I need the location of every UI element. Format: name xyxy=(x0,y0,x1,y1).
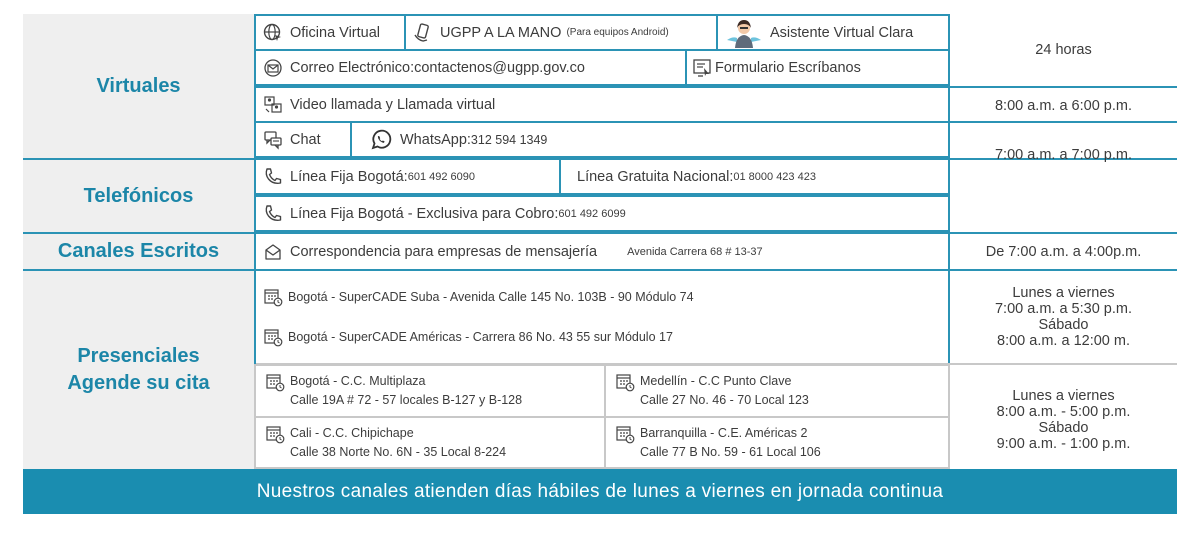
category-escritos: Canales Escritos xyxy=(23,234,254,269)
category-presenciales: Presenciales Agende su cita xyxy=(23,271,254,469)
hours-supercade-line1: Lunes a viernes xyxy=(1012,285,1115,301)
whatsapp-value: 312 594 1349 xyxy=(470,132,548,147)
phone-icon xyxy=(262,167,284,187)
hours-supercade-line3: Sábado xyxy=(1038,317,1089,333)
correspondencia-cell: Correspondencia para empresas de mensaje… xyxy=(254,232,950,271)
globe-cursor-icon xyxy=(262,23,284,43)
hand-phone-icon xyxy=(412,22,434,43)
footer-text: Nuestros canales atienden días hábiles d… xyxy=(256,480,944,502)
formulario-label: Formulario Escríbanos xyxy=(715,59,861,76)
phone-icon xyxy=(262,204,284,224)
hours-escritos-label: De 7:00 a.m. a 4:00p.m. xyxy=(985,243,1142,260)
correspondencia-address: Avenida Carrera 68 # 13-37 xyxy=(627,245,763,258)
oficina-virtual-link[interactable]: Oficina Virtual xyxy=(254,14,406,51)
chat-bubbles-icon xyxy=(262,130,284,150)
hours-supercade-line2: 7:00 a.m. a 5:30 p.m. xyxy=(994,301,1133,317)
cc-multiplaza: Bogotá - C.C. Multiplaza Calle 19A # 72 -… xyxy=(254,364,606,418)
cc-cali: Cali - C.C. Chipichape Calle 38 Norte No.… xyxy=(254,416,606,469)
asistente-clara-link[interactable]: Asistente Virtual Clara xyxy=(716,14,950,51)
hours-escritos: De 7:00 a.m. a 4:00p.m. xyxy=(950,232,1177,271)
hours-24-label: 24 horas xyxy=(1035,42,1092,58)
linea-fija-link[interactable]: Línea Fija Bogotá: 601 492 6090 xyxy=(254,158,561,195)
correo-label: Correo Electrónico: xyxy=(290,59,415,76)
hours-cc-line4: 9:00 a.m. - 1:00 p.m. xyxy=(996,436,1131,452)
correo-value: contactenos@ugpp.gov.co xyxy=(414,59,585,76)
chat-label: Chat xyxy=(290,131,321,148)
hours-chat-tel-label: 7:00 a.m. a 7:00 p.m. xyxy=(994,147,1133,163)
linea-gratuita-link[interactable]: Línea Gratuita Nacional: 01 8000 423 423 xyxy=(559,158,950,195)
cc-cali-name: Cali - C.C. Chipichape xyxy=(290,425,414,440)
ugpp-app-label: UGPP A LA MANO xyxy=(440,24,562,41)
ugpp-app-link[interactable]: UGPP A LA MANO (Para equipos Android) xyxy=(404,14,718,51)
linea-gratuita-label: Línea Gratuita Nacional: xyxy=(577,168,734,185)
hours-video-label: 8:00 a.m. a 6:00 p.m. xyxy=(994,97,1133,114)
hours-cc-line2: 8:00 a.m. - 5:00 p.m. xyxy=(996,404,1131,420)
cc-medellin: Medellín - C.C Punto Clave Calle 27 No. 4… xyxy=(604,364,950,418)
asistente-label: Asistente Virtual Clara xyxy=(770,24,914,41)
category-virtuales: Virtuales xyxy=(23,14,254,158)
category-presenciales-label: Presenciales xyxy=(77,345,200,367)
cc-barranquilla: Barranquilla - C.E. Américas 2 Calle 77 B… xyxy=(604,416,950,469)
email-badge-icon xyxy=(262,58,284,78)
correspondencia-label: Correspondencia para empresas de mensaje… xyxy=(290,243,598,260)
calendar-clock-icon xyxy=(264,424,286,444)
hours-cc-line1: Lunes a viernes xyxy=(1012,388,1115,404)
video-llamada-link[interactable]: Video llamada y Llamada virtual xyxy=(254,86,950,123)
cc-multiplaza-address: Calle 19A # 72 - 57 locales B-127 y B-12… xyxy=(290,393,523,407)
hours-supercade: Lunes a viernes 7:00 a.m. a 5:30 p.m. Sá… xyxy=(950,271,1177,363)
whatsapp-icon xyxy=(370,129,392,150)
ugpp-app-note: (Para equipos Android) xyxy=(566,27,669,38)
category-virtuales-label: Virtuales xyxy=(96,74,181,97)
hours-supercade-line4: 8:00 a.m. a 12:00 m. xyxy=(997,333,1130,349)
cc-cali-address: Calle 38 Norte No. 6N - 35 Local 8-224 xyxy=(290,444,507,459)
supercade-americas: Bogotá - SuperCADE Américas - Carrera 86… xyxy=(256,327,948,347)
cc-medellin-address: Calle 27 No. 46 - 70 Local 123 xyxy=(640,393,809,407)
video-call-icon xyxy=(262,95,284,115)
hours-cc-line3: Sábado xyxy=(1038,420,1089,436)
supercade-suba: Bogotá - SuperCADE Suba - Avenida Calle … xyxy=(256,287,948,307)
linea-gratuita-value: 01 8000 423 423 xyxy=(733,170,816,183)
calendar-clock-icon xyxy=(262,287,284,307)
cc-medellin-name: Medellín - C.C Punto Clave xyxy=(640,374,792,388)
supercade-list: Bogotá - SuperCADE Suba - Avenida Calle … xyxy=(256,271,948,363)
category-escritos-label: Canales Escritos xyxy=(57,240,220,262)
category-telefonicos: Telefónicos xyxy=(23,160,254,232)
linea-fija-label: Línea Fija Bogotá: xyxy=(290,168,408,185)
supercade-americas-label: Bogotá - SuperCADE Américas - Carrera 86… xyxy=(288,330,673,344)
whatsapp-link[interactable]: WhatsApp: 312 594 1349 xyxy=(350,121,950,158)
envelope-icon xyxy=(262,242,284,262)
calendar-clock-icon xyxy=(614,372,636,392)
hours-video: 8:00 a.m. a 6:00 p.m. xyxy=(950,86,1177,123)
hours-chat-tel: 7:00 a.m. a 7:00 p.m. xyxy=(950,121,1177,232)
whatsapp-label: WhatsApp: xyxy=(400,131,471,148)
hours-centros-comerciales: Lunes a viernes 8:00 a.m. - 5:00 p.m. Sá… xyxy=(950,365,1177,469)
linea-fija-value: 601 492 6090 xyxy=(407,170,475,183)
linea-cobro-label: Línea Fija Bogotá - Exclusiva para Cobro… xyxy=(290,205,559,222)
footer-banner: Nuestros canales atienden días hábiles d… xyxy=(23,469,1177,514)
cc-barranquilla-address: Calle 77 B No. 59 - 61 Local 106 xyxy=(640,444,821,459)
linea-cobro-value: 601 492 6099 xyxy=(558,207,626,220)
channels-table: Virtuales Telefónicos Canales Escritos P… xyxy=(23,14,1177,514)
formulario-link[interactable]: Formulario Escríbanos xyxy=(685,49,950,86)
calendar-clock-icon xyxy=(264,372,286,392)
hours-24: 24 horas xyxy=(950,14,1177,86)
oficina-virtual-label: Oficina Virtual xyxy=(290,24,380,41)
category-telefonicos-label: Telefónicos xyxy=(83,184,194,207)
cc-barranquilla-name: Barranquilla - C.E. Américas 2 xyxy=(640,425,808,440)
video-llamada-label: Video llamada y Llamada virtual xyxy=(290,96,496,113)
category-presenciales-sublabel: Agende su cita xyxy=(67,372,210,394)
cc-multiplaza-name: Bogotá - C.C. Multiplaza xyxy=(290,374,426,388)
calendar-clock-icon xyxy=(614,424,636,444)
supercade-suba-label: Bogotá - SuperCADE Suba - Avenida Calle … xyxy=(288,290,694,304)
form-screen-icon xyxy=(691,58,713,78)
correo-link[interactable]: Correo Electrónico: contactenos@ugpp.gov… xyxy=(254,49,687,86)
linea-cobro-link[interactable]: Línea Fija Bogotá - Exclusiva para Cobro… xyxy=(254,195,950,232)
chat-link[interactable]: Chat xyxy=(254,121,352,158)
calendar-clock-icon xyxy=(262,327,284,347)
assistant-avatar-icon xyxy=(724,19,764,48)
